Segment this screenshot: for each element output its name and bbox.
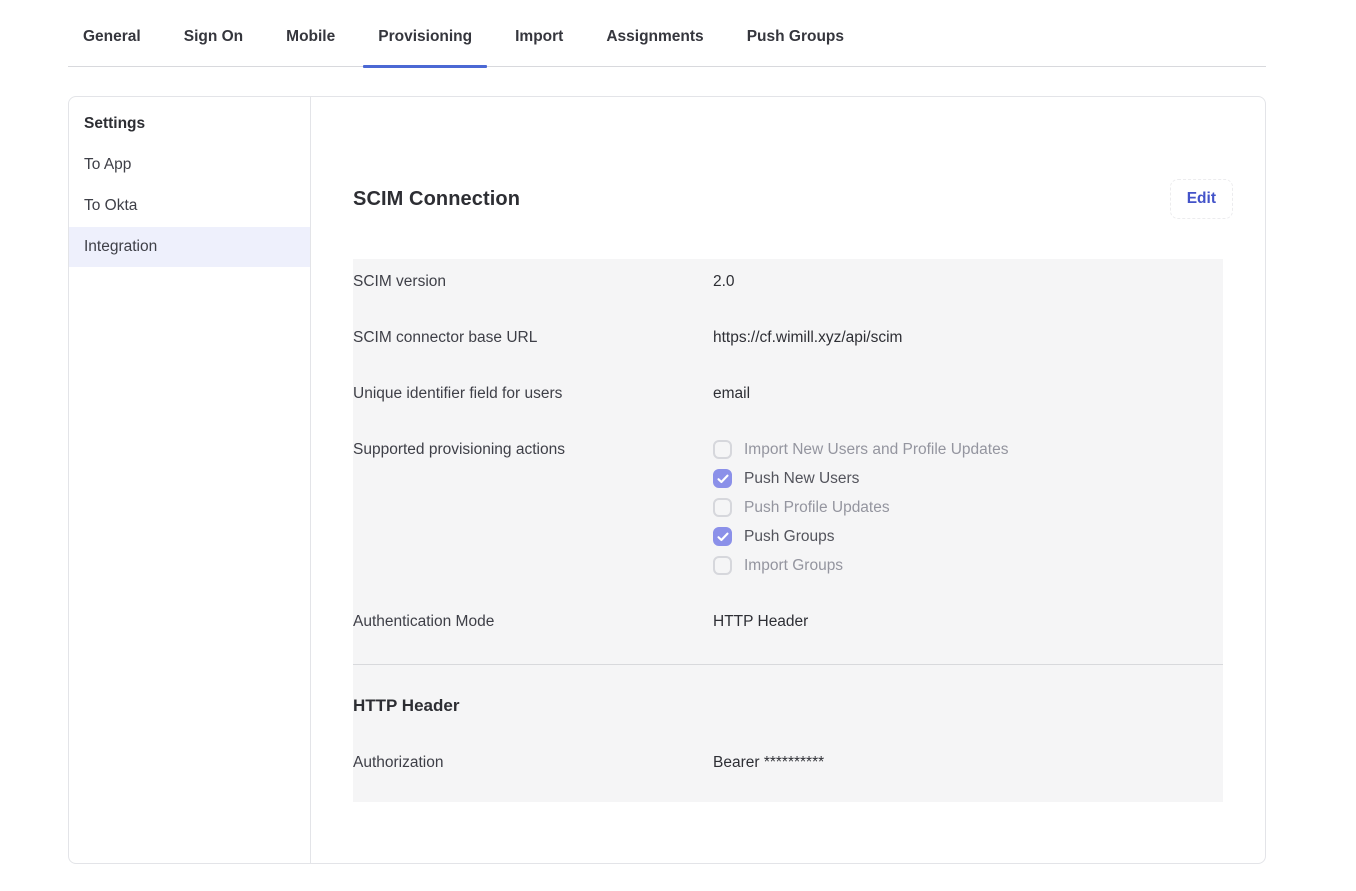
checkbox-label: Import Groups — [744, 557, 843, 575]
checkbox-item-push-new-users: Push New Users — [713, 469, 1008, 488]
field-label: Unique identifier field for users — [353, 385, 713, 403]
field-label: Authorization — [353, 754, 713, 772]
field-row-unique-identifier: Unique identifier field for users email — [353, 385, 1223, 403]
checkbox-item-import-groups: Import Groups — [713, 556, 1008, 575]
checkbox-label: Push Profile Updates — [744, 499, 890, 517]
sidebar-title: Settings — [69, 103, 310, 144]
check-icon — [717, 532, 729, 542]
field-value: 2.0 — [713, 273, 735, 291]
checkbox-label: Import New Users and Profile Updates — [744, 441, 1008, 459]
checkbox-push-profile-updates[interactable] — [713, 498, 732, 517]
checkbox-item-push-profile-updates: Push Profile Updates — [713, 498, 1008, 517]
page-title: SCIM Connection — [353, 188, 520, 211]
section-header: SCIM Connection Edit — [353, 179, 1223, 219]
field-label: SCIM connector base URL — [353, 329, 713, 347]
settings-sidebar: Settings To App To Okta Integration — [69, 97, 311, 863]
tab-import[interactable]: Import — [500, 12, 578, 66]
tab-push-groups[interactable]: Push Groups — [732, 12, 859, 66]
field-value: HTTP Header — [713, 613, 808, 631]
field-row-authorization: Authorization Bearer ********** — [353, 754, 1223, 772]
checkbox-label: Push Groups — [744, 528, 834, 546]
scim-connection-panel: SCIM version 2.0 SCIM connector base URL… — [353, 259, 1223, 802]
check-icon — [717, 474, 729, 484]
field-value: Bearer ********** — [713, 754, 824, 772]
checkbox-import-groups[interactable] — [713, 556, 732, 575]
field-label: SCIM version — [353, 273, 713, 291]
tab-mobile[interactable]: Mobile — [271, 12, 350, 66]
checkbox-push-new-users[interactable] — [713, 469, 732, 488]
app-tabbar: General Sign On Mobile Provisioning Impo… — [68, 12, 1266, 67]
tab-sign-on[interactable]: Sign On — [169, 12, 258, 66]
field-label: Authentication Mode — [353, 613, 713, 631]
http-header-section-title: HTTP Header — [353, 696, 1223, 716]
field-value: email — [713, 385, 750, 403]
field-value: https://cf.wimill.xyz/api/scim — [713, 329, 902, 347]
tab-provisioning[interactable]: Provisioning — [363, 12, 487, 66]
content-card: Settings To App To Okta Integration SCIM… — [68, 96, 1266, 864]
field-row-scim-version: SCIM version 2.0 — [353, 264, 1223, 291]
checkbox-push-groups[interactable] — [713, 527, 732, 546]
edit-button[interactable]: Edit — [1170, 179, 1233, 219]
tab-list: General Sign On Mobile Provisioning Impo… — [68, 12, 1266, 66]
provisioning-settings-page: General Sign On Mobile Provisioning Impo… — [0, 0, 1356, 891]
main-content: SCIM Connection Edit SCIM version 2.0 SC… — [311, 97, 1265, 863]
checkbox-item-push-groups: Push Groups — [713, 527, 1008, 546]
sidebar-item-to-okta[interactable]: To Okta — [69, 186, 310, 226]
checkbox-import-new-users[interactable] — [713, 440, 732, 459]
sidebar-item-integration[interactable]: Integration — [69, 227, 310, 267]
field-row-authentication-mode: Authentication Mode HTTP Header — [353, 613, 1223, 631]
tab-assignments[interactable]: Assignments — [591, 12, 718, 66]
tab-general[interactable]: General — [68, 12, 156, 66]
section-divider — [353, 664, 1223, 665]
provisioning-actions-list: Import New Users and Profile Updates Pus… — [713, 440, 1008, 575]
checkbox-item-import-new-users: Import New Users and Profile Updates — [713, 440, 1008, 459]
checkbox-label: Push New Users — [744, 470, 859, 488]
sidebar-item-to-app[interactable]: To App — [69, 145, 310, 185]
field-row-base-url: SCIM connector base URL https://cf.wimil… — [353, 329, 1223, 347]
field-label: Supported provisioning actions — [353, 441, 713, 459]
field-row-provisioning-actions: Supported provisioning actions Import Ne… — [353, 441, 1223, 575]
